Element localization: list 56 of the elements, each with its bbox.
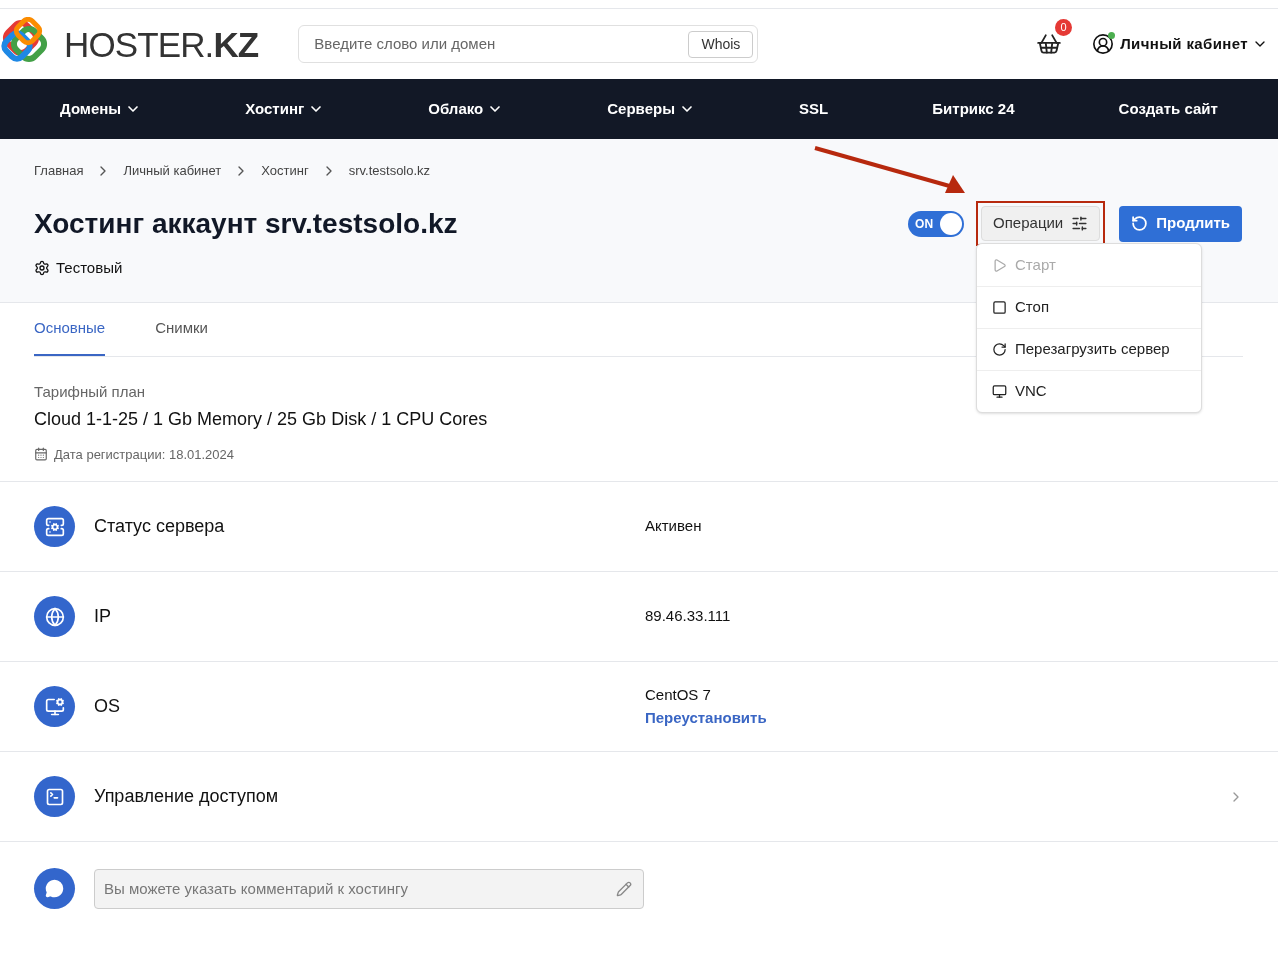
user-icon[interactable] <box>1092 33 1115 55</box>
terminal-icon <box>34 776 75 817</box>
operations-menu-item[interactable]: VNC <box>977 370 1201 412</box>
globe-icon <box>34 596 75 637</box>
row-label: IP <box>94 605 112 628</box>
nav-menu-item[interactable]: Битрикс 24 <box>932 97 1015 121</box>
whois-button[interactable]: Whois <box>688 30 754 58</box>
tab[interactable]: Основные <box>34 303 106 356</box>
calendar-icon <box>34 447 48 462</box>
logo-text[interactable]: HOSTER.KZ <box>64 26 259 62</box>
registration-date: Дата регистрации: 18.01.2024 <box>54 445 235 464</box>
gear-icon <box>34 259 50 276</box>
breadcrumb-link[interactable]: Личный кабинет <box>123 161 222 181</box>
plan-value: Cloud 1-1-25 / 1 Gb Memory / 25 Gb Disk / 1 CPU Cores <box>34 407 488 431</box>
row-label: OS <box>94 695 121 718</box>
reinstall-link[interactable]: Переустановить <box>645 706 767 729</box>
play-icon <box>992 257 1007 273</box>
sliders-icon <box>1071 215 1089 232</box>
nav-menu-item[interactable]: SSL <box>799 97 829 121</box>
toggle-label: ON <box>914 215 935 233</box>
cart-count-badge: 0 <box>1055 19 1073 36</box>
operations-menu-item[interactable]: Стоп <box>977 286 1201 328</box>
toggle-knob <box>940 212 963 235</box>
breadcrumb-link[interactable]: srv.testsolo.kz <box>348 161 431 181</box>
account-type-label: Тестовый <box>56 257 123 278</box>
plan-label: Тарифный план <box>34 382 145 402</box>
nav-menu-item[interactable]: Домены <box>60 97 142 121</box>
nav-menu-item[interactable]: Создать сайт <box>1118 97 1218 121</box>
row-value: 89.46.33.111 <box>645 606 731 627</box>
row-label: Управление доступом <box>94 785 280 808</box>
power-toggle[interactable]: ON <box>908 210 965 237</box>
tab[interactable]: Снимки <box>155 303 208 356</box>
comment-field[interactable]: Вы можете указать комментарий к хостингу <box>94 868 644 909</box>
nav-menu-item[interactable]: Серверы <box>607 97 695 121</box>
monitor-icon <box>992 384 1007 399</box>
reload-icon <box>992 342 1007 357</box>
server-icon <box>34 506 75 547</box>
comment-icon <box>34 868 75 909</box>
row-value: CentOS 7 <box>645 685 712 705</box>
cart-icon[interactable] <box>1036 31 1063 57</box>
account-menu-button[interactable]: Личный кабинет <box>1120 32 1268 56</box>
monitor-gear-icon <box>34 686 75 727</box>
operations-menu-item[interactable]: Перезагрузить сервер <box>977 328 1201 370</box>
breadcrumb-link[interactable]: Главная <box>34 161 84 181</box>
breadcrumb-link[interactable]: Хостинг <box>261 161 309 181</box>
renew-button[interactable]: Продлить <box>1119 205 1242 242</box>
search-field[interactable]: Введите слово или домен Whois <box>298 25 759 63</box>
renew-icon <box>1131 215 1149 232</box>
nav-menu-item[interactable]: Хостинг <box>245 97 325 121</box>
nav-menu-item[interactable]: Облако <box>428 97 504 121</box>
row-label: Статус сервера <box>94 515 226 538</box>
pencil-icon[interactable] <box>616 880 632 897</box>
operations-button[interactable]: Операции <box>981 206 1101 241</box>
square-icon <box>992 300 1007 315</box>
page-title: Хостинг аккаунт srv.testsolo.kz <box>34 206 458 241</box>
row-value: Активен <box>645 516 702 537</box>
